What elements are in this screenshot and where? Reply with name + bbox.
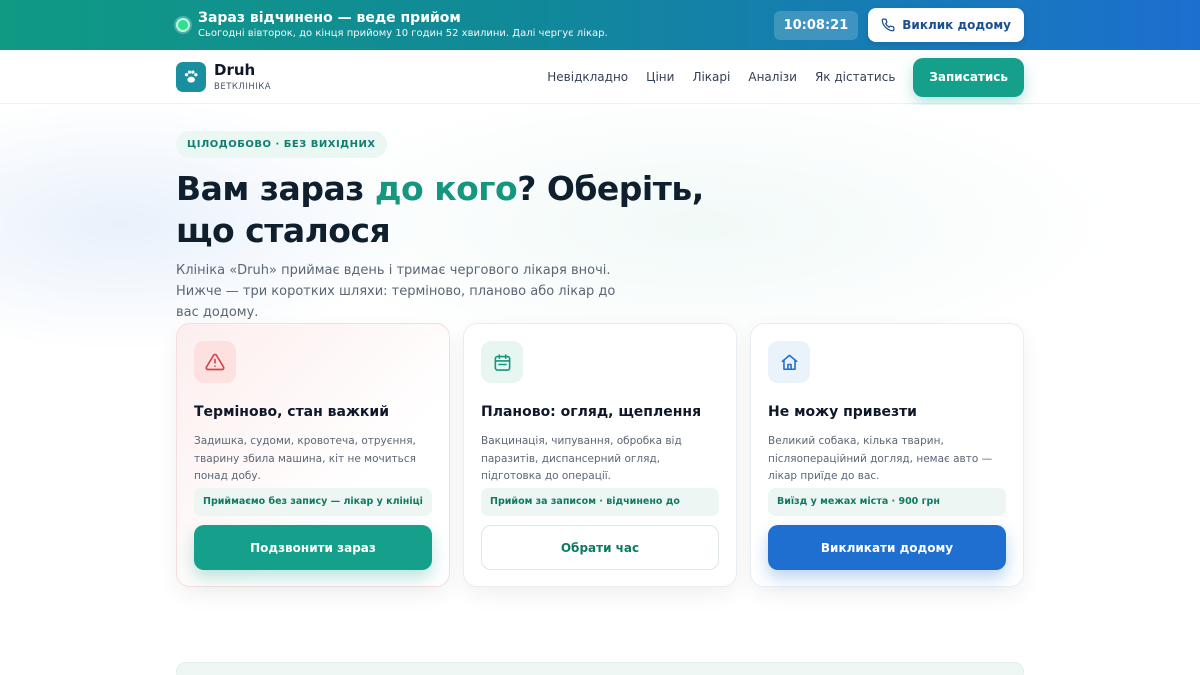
- card-description: Великий собака, кілька тварин, післяопер…: [768, 435, 993, 482]
- card-title: Планово: огляд, щеплення: [481, 404, 702, 420]
- page-title: Вам зараз до кого? Оберіть, що сталося: [176, 168, 756, 252]
- signup-button[interactable]: Записатись: [913, 57, 1024, 97]
- status-text: Зараз відчинено — веде прийом Сьогодні в…: [198, 10, 608, 40]
- card-note: Приймаємо без запису — лікар у клініці: [194, 488, 432, 516]
- brand-name: Druh: [214, 60, 256, 79]
- top-right-actions: 10:08:21 Виклик додому: [773, 8, 1024, 42]
- brand[interactable]: Druh ВЕТКЛІНІКА: [176, 60, 272, 93]
- main-nav-inner: Druh ВЕТКЛІНІКА Невідкладно Ціни Лікарі …: [176, 50, 1024, 104]
- brand-subtitle: ВЕТКЛІНІКА: [214, 81, 272, 92]
- nav-menu: Невідкладно Ціни Лікарі Аналізи Як діста…: [547, 57, 1024, 97]
- warning-icon: [194, 341, 236, 383]
- card-note: Прийом за записом · відчинено до 21:00: [481, 488, 719, 535]
- status-title: Зараз відчинено — веде прийом: [198, 10, 461, 26]
- top-status-bar: Зараз відчинено — веде прийом Сьогодні в…: [0, 0, 1200, 50]
- card-urgent: Терміново, стан важкий Задишка, судоми, …: [176, 323, 450, 587]
- open-status: Зараз відчинено — веде прийом Сьогодні в…: [176, 10, 608, 40]
- headline-accent: до кого: [374, 169, 518, 208]
- nav-item-urgent[interactable]: Невідкладно: [547, 70, 628, 84]
- path-cards: Терміново, стан важкий Задишка, судоми, …: [176, 323, 1024, 587]
- call-home-button[interactable]: Виклик додому: [868, 8, 1024, 42]
- pick-time-button[interactable]: Обрати час: [481, 525, 719, 570]
- nav-item-directions[interactable]: Як дістатись: [815, 70, 895, 84]
- card-description: Задишка, судоми, кровотеча, отруєння, тв…: [194, 435, 416, 482]
- status-subtitle: Сьогодні вівторок, до кінця прийому 10 г…: [198, 28, 608, 39]
- call-now-button[interactable]: Подзвонити зараз: [194, 525, 432, 570]
- nav-item-tests[interactable]: Аналізи: [748, 70, 797, 84]
- calendar-icon: [481, 341, 523, 383]
- phone-icon: [881, 18, 895, 32]
- headline-part-1: Вам зараз: [176, 169, 375, 208]
- hours-badge: ЦІЛОДОБОВО · БЕЗ ВИХІДНИХ: [176, 131, 387, 158]
- main-nav: Druh ВЕТКЛІНІКА Невідкладно Ціни Лікарі …: [0, 50, 1200, 104]
- card-description: Вакцинація, чипування, обробка від параз…: [481, 435, 682, 482]
- call-home-label: Виклик додому: [902, 18, 1011, 32]
- hero-lead: Клініка «Druh» приймає вдень і тримає че…: [176, 263, 616, 320]
- card-title: Не можу привезти: [768, 404, 917, 420]
- call-home-visit-button[interactable]: Викликати додому: [768, 525, 1006, 570]
- status-dot-icon: [176, 18, 190, 32]
- card-note: Виїзд у межах міста · 900 грн: [768, 488, 1006, 516]
- card-home-visit: Не можу привезти Великий собака, кілька …: [750, 323, 1024, 587]
- live-clock: 10:08:21: [773, 10, 859, 40]
- nav-item-doctors[interactable]: Лікарі: [692, 70, 730, 84]
- card-planned: Планово: огляд, щеплення Вакцинація, чип…: [463, 323, 737, 587]
- home-icon: [768, 341, 810, 383]
- nav-item-prices[interactable]: Ціни: [646, 70, 674, 84]
- card-title: Терміново, стан важкий: [194, 404, 390, 420]
- next-section-edge: [176, 662, 1024, 675]
- top-status-bar-inner: Зараз відчинено — веде прийом Сьогодні в…: [176, 0, 1024, 50]
- brand-text: Druh ВЕТКЛІНІКА: [214, 60, 272, 93]
- paw-logo-icon: [176, 62, 206, 92]
